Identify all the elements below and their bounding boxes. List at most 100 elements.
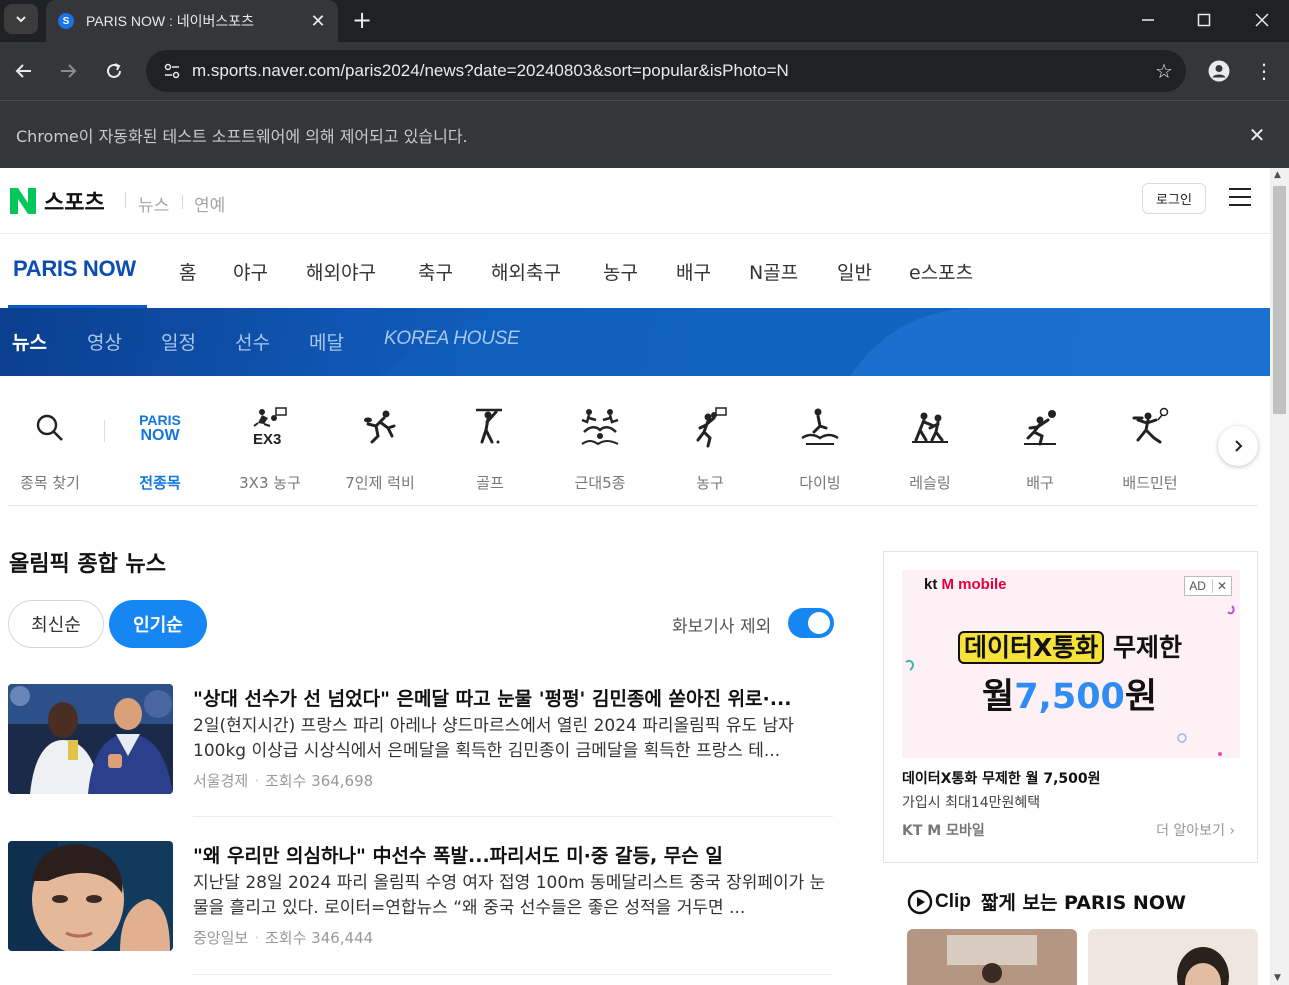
tab-overseas-baseball[interactable]: 해외야구 xyxy=(306,258,376,285)
reload-button[interactable] xyxy=(99,56,129,86)
divider xyxy=(193,974,833,975)
browser-tab[interactable]: S PARIS NOW : 네이버스포츠 ✕ xyxy=(46,0,338,42)
ad-headline-highlight: 데이터X통화 xyxy=(958,631,1105,664)
tab-paris-now[interactable]: PARIS NOW xyxy=(13,256,136,282)
clip-thumbnail[interactable] xyxy=(1088,929,1258,985)
back-button[interactable] xyxy=(9,56,39,86)
tab-volleyball[interactable]: 배구 xyxy=(676,258,711,285)
article-thumbnail[interactable] xyxy=(8,841,173,951)
login-button[interactable]: 로그인 xyxy=(1142,183,1206,214)
new-tab-button[interactable]: + xyxy=(348,6,376,34)
sport-search-button[interactable]: 종목 찾기 xyxy=(2,406,98,493)
article-summary[interactable]: 2일(현지시간) 프랑스 파리 아레나 샹드마르스에서 열린 2024 파리올림… xyxy=(193,714,833,764)
bookmark-star-icon[interactable]: ☆ xyxy=(1142,59,1186,83)
sport-label: 골프 xyxy=(476,474,504,492)
naver-n-logo-icon[interactable] xyxy=(10,188,36,214)
tab-football[interactable]: 축구 xyxy=(418,258,453,285)
wrestling-icon xyxy=(912,412,948,443)
tab-close-icon[interactable]: ✕ xyxy=(306,11,330,32)
header-link-entertainment[interactable]: 연예 xyxy=(194,191,225,216)
clip-word: Clip xyxy=(935,890,971,912)
page-content: 스포츠 뉴스 연예 로그인 PARIS NOW 홈 야구 해외야구 축구 해외축… xyxy=(0,168,1270,985)
address-bar[interactable]: m.sports.naver.com/paris2024/news?date=2… xyxy=(146,50,1186,92)
tab-n-golf[interactable]: N골프 xyxy=(749,258,798,285)
clip-thumbnail[interactable] xyxy=(907,929,1077,985)
sort-latest-button[interactable]: 최신순 xyxy=(8,600,104,648)
exclude-photo-toggle[interactable] xyxy=(788,608,834,638)
maximize-window-button[interactable] xyxy=(1182,6,1226,34)
tab-general[interactable]: 일반 xyxy=(837,258,872,285)
profile-button[interactable] xyxy=(1204,56,1234,86)
brand-title[interactable]: 스포츠 xyxy=(44,185,105,217)
close-window-button[interactable] xyxy=(1240,6,1284,34)
tab-search-button[interactable] xyxy=(4,4,38,34)
sport-badminton-button[interactable]: 배드민턴 xyxy=(1102,406,1198,493)
paris-now-logo-line: PARIS xyxy=(139,412,181,428)
sports-next-button[interactable] xyxy=(1218,426,1258,466)
clip-title-text: 짧게 보는 PARIS NOW xyxy=(980,892,1186,914)
sport-basketball-button[interactable]: 농구 xyxy=(662,406,758,493)
tab-baseball[interactable]: 야구 xyxy=(233,258,268,285)
minimize-window-button[interactable] xyxy=(1126,6,1170,34)
article-title[interactable]: "상대 선수가 선 넘었다" 은메달 따고 눈물 '펑펑' 김민종에 쏟아진 위… xyxy=(193,684,833,711)
ad-badge[interactable]: AD ✕ xyxy=(1184,576,1232,596)
sport-label: 레슬링 xyxy=(909,474,951,492)
sport-wrestling-button[interactable]: 레슬링 xyxy=(882,406,978,493)
header-link-news[interactable]: 뉴스 xyxy=(138,191,169,216)
person-icon xyxy=(1208,60,1230,82)
article-thumbnail[interactable] xyxy=(8,684,173,794)
forward-button[interactable] xyxy=(53,56,83,86)
basketball-3x3-icon: EX3 xyxy=(253,407,287,448)
tab-overseas-football[interactable]: 해외축구 xyxy=(491,258,561,285)
sports-filter-row: 종목 찾기 PARIS NOW 전종목 EX3 3X3 농구 7인제 럭비 골프… xyxy=(0,388,1270,506)
site-info-button[interactable] xyxy=(152,62,192,80)
sort-popular-button[interactable]: 인기순 xyxy=(109,600,207,648)
subtab-korea-house[interactable]: KOREA HOUSE xyxy=(384,328,520,350)
sport-diving-button[interactable]: 다이빙 xyxy=(772,406,868,493)
browser-menu-icon[interactable]: ⋮ xyxy=(1250,56,1278,86)
article-meta: 서울경제 · 조회수 364,698 xyxy=(193,770,373,791)
ad-learn-more-link[interactable]: 더 알아보기 › xyxy=(1156,820,1235,840)
tab-esports[interactable]: e스포츠 xyxy=(909,258,973,285)
article-meta: 중앙일보 · 조회수 346,444 xyxy=(193,927,373,948)
sport-volleyball-button[interactable]: 배구 xyxy=(992,406,1088,493)
scrollbar-thumb[interactable] xyxy=(1273,186,1286,414)
infobar-close-icon[interactable]: ✕ xyxy=(1237,123,1277,147)
sport-3x3-basketball-button[interactable]: EX3 3X3 농구 xyxy=(222,406,318,493)
section-title: 올림픽 종합 뉴스 xyxy=(9,552,166,577)
sport-rugby-sevens-button[interactable]: 7인제 럭비 xyxy=(332,406,428,493)
sport-label: 3X3 농구 xyxy=(239,474,301,492)
tab-basketball[interactable]: 농구 xyxy=(603,258,638,285)
subtab-medals[interactable]: 메달 xyxy=(309,328,344,355)
tab-home[interactable]: 홈 xyxy=(179,258,196,285)
subtab-schedule[interactable]: 일정 xyxy=(161,328,196,355)
ad-card[interactable]: kt M mobile AD ✕ 데이터X통화 무제한 월7,500원 데이터X통… xyxy=(883,551,1258,863)
scroll-down-icon[interactable]: ▼ xyxy=(1274,973,1281,983)
sport-label: 농구 xyxy=(696,474,724,492)
news-list-item[interactable]: "왜 우리만 의심하나" 中선수 폭발...파리서도 미·중 갈등, 무슨 일 … xyxy=(8,841,834,953)
subtab-news[interactable]: 뉴스 xyxy=(12,328,47,355)
subtab-players[interactable]: 선수 xyxy=(235,328,270,355)
sport-modern-pentathlon-button[interactable]: 근대5종 xyxy=(552,406,648,493)
browser-toolbar: m.sports.naver.com/paris2024/news?date=2… xyxy=(0,42,1289,100)
url-text[interactable]: m.sports.naver.com/paris2024/news?date=2… xyxy=(192,61,1142,81)
separator-dot: · xyxy=(254,929,259,947)
ad-close-icon[interactable]: ✕ xyxy=(1211,579,1227,593)
sport-all-button[interactable]: PARIS NOW 전종목 xyxy=(112,406,208,493)
article-summary[interactable]: 지난달 28일 2024 파리 올림픽 수영 여자 접영 100m 동메달리스트… xyxy=(193,871,833,921)
sport-label: 배구 xyxy=(1026,474,1054,492)
subtab-video[interactable]: 영상 xyxy=(87,328,122,355)
tab-title: PARIS NOW : 네이버스포츠 xyxy=(86,13,255,29)
page-scrollbar[interactable]: ▲ ▼ xyxy=(1270,168,1289,985)
article-title[interactable]: "왜 우리만 의심하나" 中선수 폭발...파리서도 미·중 갈등, 무슨 일 xyxy=(193,841,833,868)
sport-label: 전종목 xyxy=(139,474,181,492)
sport-label: 종목 찾기 xyxy=(20,474,80,492)
scroll-up-icon[interactable]: ▲ xyxy=(1274,170,1281,180)
menu-hamburger-icon[interactable] xyxy=(1229,188,1251,208)
ad-creative[interactable]: kt M mobile AD ✕ 데이터X통화 무제한 월7,500원 xyxy=(902,570,1240,758)
ad-headline-rest: 무제한 xyxy=(1104,633,1182,662)
ad-title[interactable]: 데이터X통화 무제한 월 7,500원 xyxy=(902,768,1101,788)
sport-golf-button[interactable]: 골프 xyxy=(442,406,538,493)
browser-tab-strip: S PARIS NOW : 네이버스포츠 ✕ + xyxy=(0,0,1289,42)
news-list-item[interactable]: "상대 선수가 선 넘었다" 은메달 따고 눈물 '펑펑' 김민종에 쏟아진 위… xyxy=(8,684,834,796)
